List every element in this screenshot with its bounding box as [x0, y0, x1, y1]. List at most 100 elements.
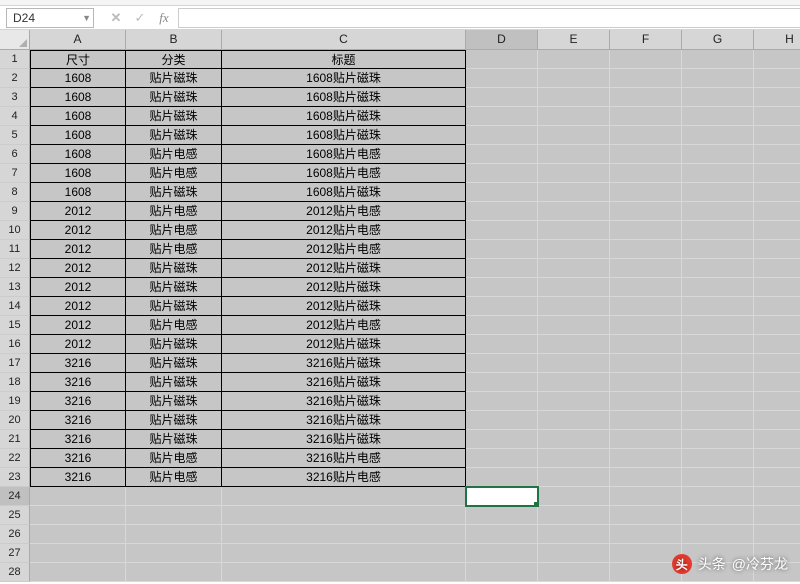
- row-header[interactable]: 13: [0, 278, 30, 297]
- cell[interactable]: [538, 88, 610, 107]
- cell[interactable]: [538, 487, 610, 506]
- column-header-A[interactable]: A: [30, 30, 126, 49]
- cell[interactable]: [610, 297, 682, 316]
- cell[interactable]: [538, 392, 610, 411]
- cell[interactable]: 1608: [30, 69, 126, 88]
- cell[interactable]: 3216: [30, 411, 126, 430]
- cell[interactable]: [466, 392, 538, 411]
- cell[interactable]: [466, 563, 538, 582]
- cell[interactable]: [126, 525, 222, 544]
- cell[interactable]: [466, 373, 538, 392]
- row-header[interactable]: 14: [0, 297, 30, 316]
- row-header[interactable]: 28: [0, 563, 30, 582]
- cell[interactable]: [610, 145, 682, 164]
- cell[interactable]: [222, 506, 466, 525]
- cell[interactable]: [754, 525, 800, 544]
- row-header[interactable]: 7: [0, 164, 30, 183]
- cell[interactable]: [754, 221, 800, 240]
- cell[interactable]: 2012贴片磁珠: [222, 278, 466, 297]
- cell[interactable]: [610, 107, 682, 126]
- cell[interactable]: [682, 316, 754, 335]
- cell[interactable]: [538, 278, 610, 297]
- cell[interactable]: [610, 316, 682, 335]
- column-header-G[interactable]: G: [682, 30, 754, 49]
- cell[interactable]: 贴片电感: [126, 468, 222, 487]
- cell[interactable]: 1608: [30, 183, 126, 202]
- formula-input[interactable]: [178, 8, 800, 28]
- cell[interactable]: [222, 563, 466, 582]
- cell[interactable]: [682, 259, 754, 278]
- cell[interactable]: [538, 50, 610, 69]
- row-header[interactable]: 10: [0, 221, 30, 240]
- cell[interactable]: [754, 297, 800, 316]
- column-header-F[interactable]: F: [610, 30, 682, 49]
- cell[interactable]: [682, 240, 754, 259]
- cell[interactable]: [126, 544, 222, 563]
- cell[interactable]: 2012贴片电感: [222, 240, 466, 259]
- row-header[interactable]: 11: [0, 240, 30, 259]
- cell[interactable]: 贴片磁珠: [126, 411, 222, 430]
- cell[interactable]: [682, 278, 754, 297]
- row-header[interactable]: 6: [0, 145, 30, 164]
- cell[interactable]: [466, 449, 538, 468]
- cell[interactable]: 分类: [126, 50, 222, 69]
- cell[interactable]: [30, 525, 126, 544]
- cell[interactable]: [682, 430, 754, 449]
- cell[interactable]: [30, 506, 126, 525]
- cell[interactable]: [754, 411, 800, 430]
- cell[interactable]: [466, 278, 538, 297]
- cell[interactable]: 2012贴片磁珠: [222, 259, 466, 278]
- cell[interactable]: [538, 468, 610, 487]
- cell[interactable]: 2012: [30, 316, 126, 335]
- cell[interactable]: [754, 487, 800, 506]
- cell[interactable]: 2012: [30, 278, 126, 297]
- cell[interactable]: [466, 544, 538, 563]
- cell[interactable]: 贴片磁珠: [126, 259, 222, 278]
- cell[interactable]: 3216: [30, 354, 126, 373]
- cell[interactable]: [466, 506, 538, 525]
- cell[interactable]: [754, 69, 800, 88]
- cell[interactable]: 2012: [30, 221, 126, 240]
- cell[interactable]: [466, 126, 538, 145]
- cell[interactable]: [126, 487, 222, 506]
- cell[interactable]: 1608贴片电感: [222, 164, 466, 183]
- cell[interactable]: [610, 126, 682, 145]
- cell[interactable]: 贴片磁珠: [126, 430, 222, 449]
- cell[interactable]: 贴片电感: [126, 164, 222, 183]
- cell[interactable]: [610, 183, 682, 202]
- cell[interactable]: [610, 335, 682, 354]
- column-header-C[interactable]: C: [222, 30, 466, 49]
- cell[interactable]: [754, 563, 800, 582]
- cell[interactable]: [610, 164, 682, 183]
- column-header-B[interactable]: B: [126, 30, 222, 49]
- cell[interactable]: [30, 544, 126, 563]
- cell[interactable]: [466, 335, 538, 354]
- row-header[interactable]: 22: [0, 449, 30, 468]
- cell[interactable]: [466, 69, 538, 88]
- cell[interactable]: [538, 183, 610, 202]
- cell[interactable]: [682, 525, 754, 544]
- cell[interactable]: [30, 563, 126, 582]
- cell[interactable]: [538, 449, 610, 468]
- row-header[interactable]: 25: [0, 506, 30, 525]
- cell[interactable]: [682, 88, 754, 107]
- name-box-dropdown-icon[interactable]: ▼: [82, 13, 91, 23]
- cell[interactable]: [754, 202, 800, 221]
- column-header-D[interactable]: D: [466, 30, 538, 49]
- cell[interactable]: [538, 126, 610, 145]
- cell[interactable]: 3216贴片电感: [222, 468, 466, 487]
- cell[interactable]: 3216贴片磁珠: [222, 354, 466, 373]
- cell[interactable]: 贴片磁珠: [126, 392, 222, 411]
- column-header-E[interactable]: E: [538, 30, 610, 49]
- cell[interactable]: 2012贴片电感: [222, 221, 466, 240]
- cell[interactable]: 2012贴片磁珠: [222, 335, 466, 354]
- cell[interactable]: [538, 411, 610, 430]
- row-header[interactable]: 8: [0, 183, 30, 202]
- cell[interactable]: [538, 221, 610, 240]
- fx-icon[interactable]: fx: [152, 8, 176, 28]
- cell[interactable]: 2012: [30, 202, 126, 221]
- cell[interactable]: [538, 354, 610, 373]
- row-header[interactable]: 1: [0, 50, 30, 69]
- column-header-H[interactable]: H: [754, 30, 800, 49]
- cell[interactable]: [754, 506, 800, 525]
